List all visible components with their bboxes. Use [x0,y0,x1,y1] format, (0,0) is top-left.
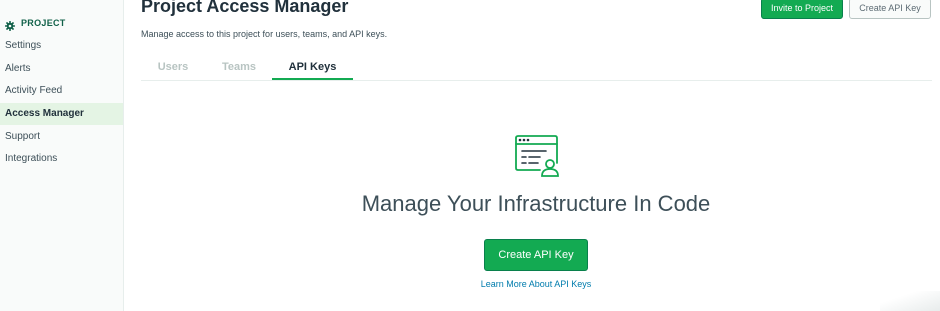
create-api-key-button[interactable]: Create API Key [484,239,588,271]
api-key-terminal-icon [514,135,559,177]
create-api-key-header-button[interactable]: Create API Key [849,0,931,19]
sidebar-item-support[interactable]: Support [0,126,123,148]
corner-shadow [880,291,940,311]
page-subtitle: Manage access to this project for users,… [141,29,388,39]
sidebar-item-access-manager[interactable]: Access Manager [0,103,123,125]
sidebar-header: PROJECT [5,17,66,31]
sidebar: PROJECT Settings Alerts Activity Feed Ac… [0,0,124,311]
tab-bar: Users Teams API Keys [141,56,932,81]
sidebar-item-settings[interactable]: Settings [0,35,123,57]
invite-to-project-button[interactable]: Invite to Project [761,0,843,19]
app-window: PROJECT Settings Alerts Activity Feed Ac… [0,0,940,311]
tab-teams[interactable]: Teams [207,56,271,80]
sidebar-item-alerts[interactable]: Alerts [0,58,123,80]
tab-api-keys[interactable]: API Keys [272,56,353,80]
learn-more-link[interactable]: Learn More About API Keys [436,279,636,289]
sidebar-item-integrations[interactable]: Integrations [0,148,123,170]
sidebar-item-activity-feed[interactable]: Activity Feed [0,80,123,102]
gear-icon [5,18,15,31]
sidebar-header-label: PROJECT [21,18,66,28]
page-title: Project Access Manager [141,0,349,16]
empty-state-title: Manage Your Infrastructure In Code [361,191,711,216]
tab-users[interactable]: Users [141,56,205,80]
